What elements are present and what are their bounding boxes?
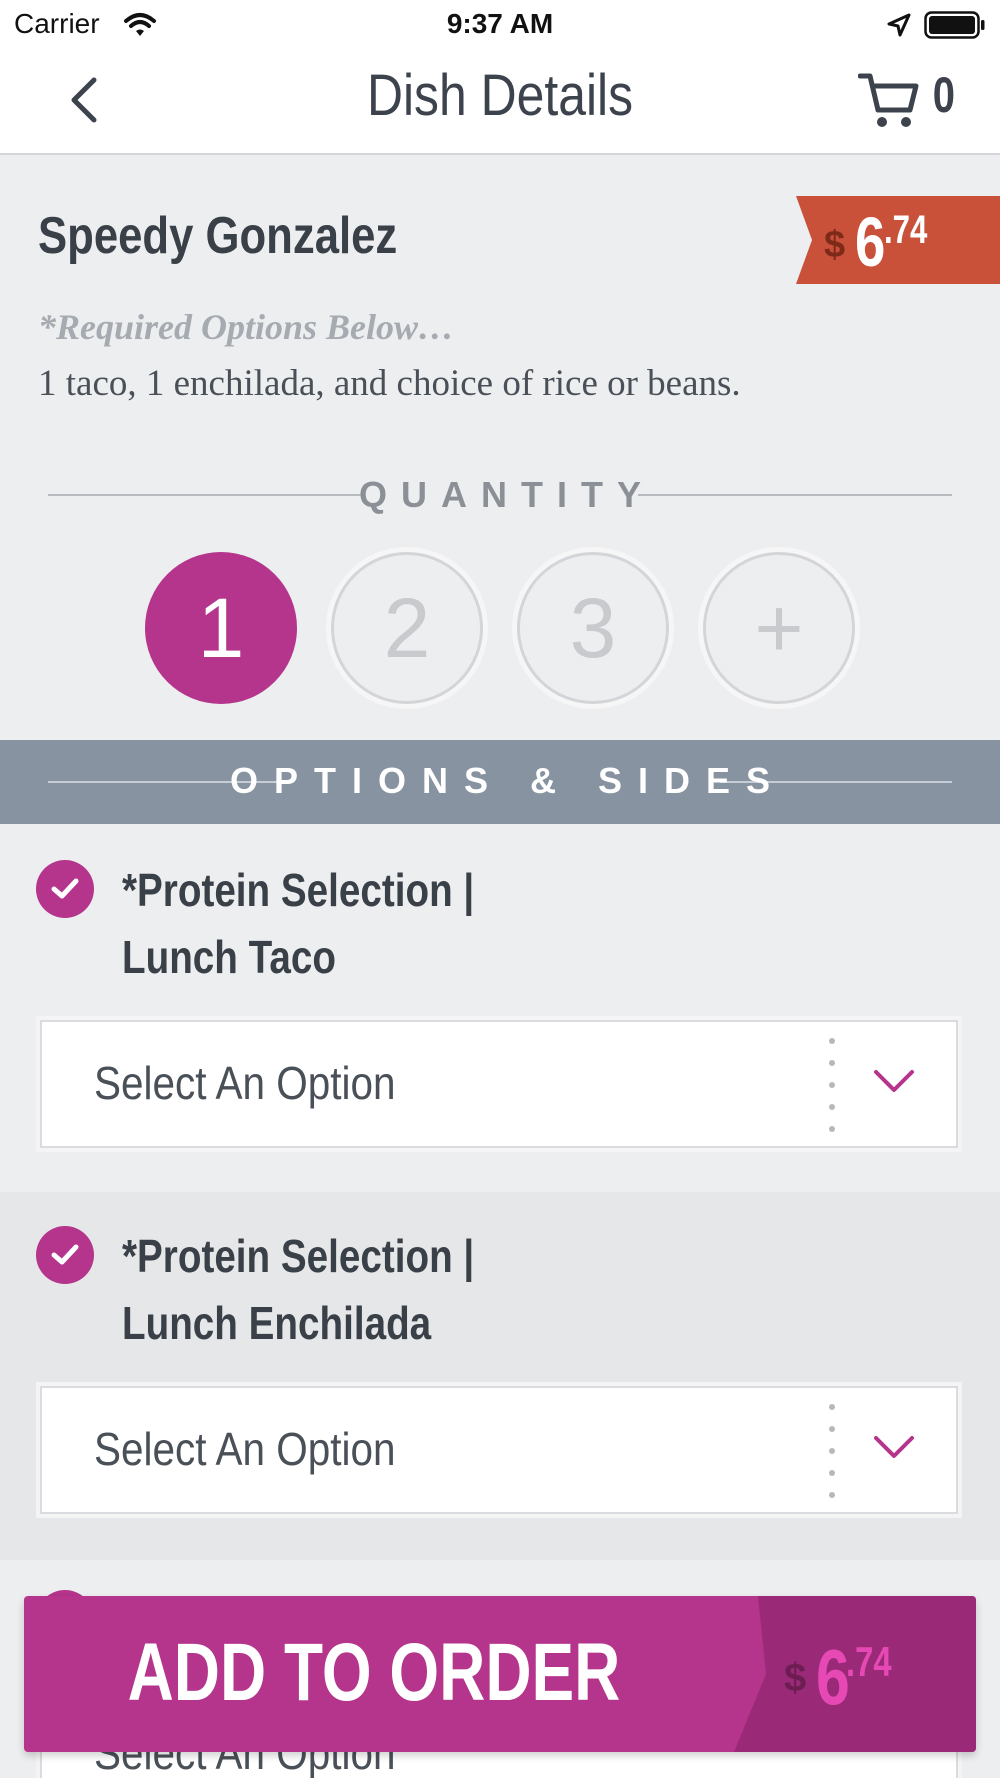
option-title-line1: *Protein Selection | xyxy=(122,864,475,916)
nav-bar: Dish Details 0 xyxy=(0,52,1000,155)
cart-icon[interactable] xyxy=(857,68,920,132)
battery-icon xyxy=(924,11,986,44)
chevron-down-icon[interactable] xyxy=(872,1432,916,1462)
add-to-order-label: ADD TO ORDER xyxy=(127,1627,621,1718)
check-icon xyxy=(36,1226,94,1284)
option-title-line1: *Protein Selection | xyxy=(122,1230,475,1282)
chevron-down-icon[interactable] xyxy=(872,1066,916,1096)
options-sides-label: OPTIONS & SIDES xyxy=(229,760,787,801)
price-tag: $ 6 .74 xyxy=(796,196,1000,284)
protein-taco-select[interactable]: Select An Option xyxy=(40,1020,958,1148)
quantity-option-3[interactable]: 3 xyxy=(517,552,669,704)
dish-description: 1 taco, 1 enchilada, and choice of rice … xyxy=(38,363,741,404)
quantity-label: QUANTITY xyxy=(359,474,655,515)
protein-enchilada-select[interactable]: Select An Option xyxy=(40,1386,958,1514)
quantity-option-1[interactable]: 1 xyxy=(145,552,297,704)
location-arrow-icon xyxy=(886,12,912,43)
options-sides-header: OPTIONS & SIDES xyxy=(0,740,1000,824)
option-title-line2: Lunch Taco xyxy=(122,931,336,983)
quantity-option-more[interactable]: + xyxy=(703,552,855,704)
price-dollars: 6 xyxy=(855,203,886,281)
cart-count[interactable]: 0 xyxy=(933,66,955,124)
status-bar: Carrier 9:37 AM xyxy=(0,0,1000,52)
dish-name: Speedy Gonzalez xyxy=(38,207,398,265)
status-time: 9:37 AM xyxy=(446,8,554,39)
required-note: *Required Options Below… xyxy=(38,307,455,347)
dotted-divider xyxy=(829,1038,835,1132)
price-cents: .74 xyxy=(884,208,928,252)
page-title: Dish Details xyxy=(366,63,634,128)
select-value: Select An Option xyxy=(94,1057,396,1109)
option-title-line2: Lunch Enchilada xyxy=(122,1297,432,1349)
price-cents: .74 xyxy=(845,1638,892,1685)
option-group-enchilada: *Protein Selection | Lunch Enchilada Sel… xyxy=(0,1192,1000,1560)
price-currency: $ xyxy=(824,224,846,266)
price-currency: $ xyxy=(784,1656,807,1700)
add-button-price: $ 6 .74 xyxy=(784,1632,904,1723)
option-group-taco: *Protein Selection | Lunch Taco Select A… xyxy=(0,824,1000,1192)
dotted-divider xyxy=(829,1404,835,1498)
check-icon xyxy=(36,860,94,918)
add-to-order-button[interactable]: ADD TO ORDER $ 6 .74 xyxy=(24,1596,976,1752)
quantity-option-2[interactable]: 2 xyxy=(331,552,483,704)
select-value: Select An Option xyxy=(94,1423,396,1475)
